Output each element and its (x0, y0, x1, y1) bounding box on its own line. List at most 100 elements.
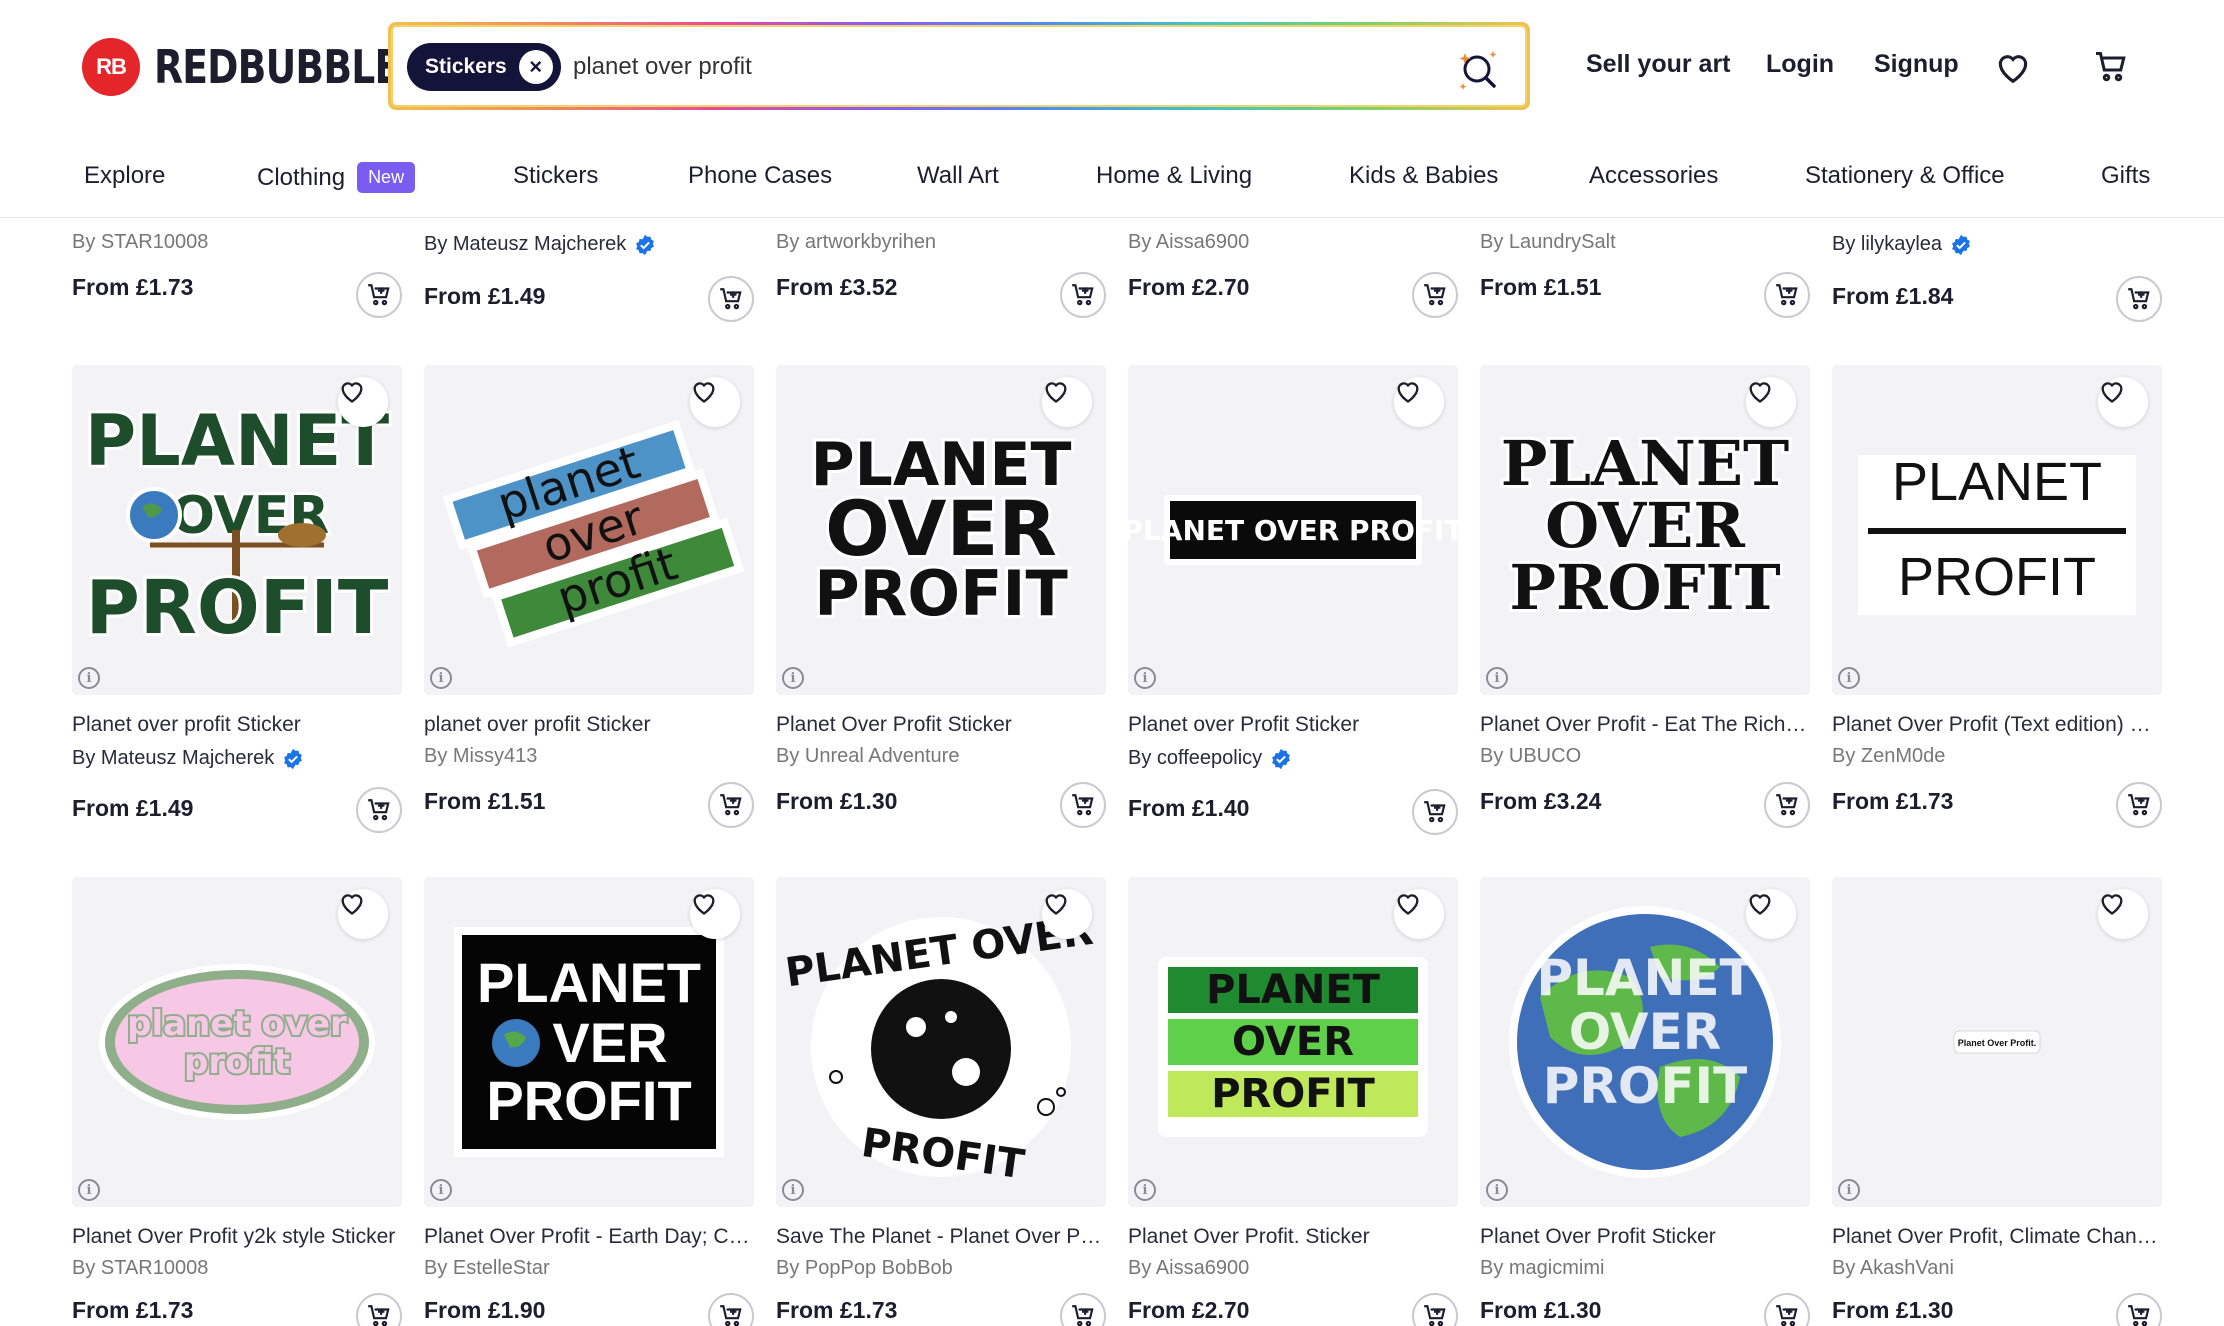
info-icon[interactable]: i (1838, 667, 1860, 689)
add-to-cart-button[interactable] (708, 276, 754, 322)
info-icon[interactable]: i (782, 667, 804, 689)
add-to-cart-button[interactable] (1764, 272, 1810, 318)
product-title[interactable]: Planet Over Profit y2k style Sticker (72, 1225, 402, 1249)
search-input[interactable] (573, 41, 1353, 93)
product-artist[interactable]: By coffeepolicy (1128, 747, 1292, 770)
add-to-cart-button[interactable] (1764, 1293, 1810, 1326)
product-title[interactable]: Planet Over Profit - Eat The Rich -... (1480, 713, 1810, 737)
add-to-cart-button[interactable] (1060, 1293, 1106, 1326)
add-to-cart-button[interactable] (1060, 272, 1106, 318)
product-image[interactable]: PLANET OVER PROFIT i (1480, 365, 1810, 695)
info-icon[interactable]: i (78, 1179, 100, 1201)
nav-item-accessories[interactable]: Accessories (1589, 162, 1718, 190)
product-artist[interactable]: By ZenM0de (1832, 745, 1945, 768)
product-image[interactable]: PLANET OVER PROFIT i (1128, 877, 1458, 1207)
add-to-cart-button[interactable] (356, 1293, 402, 1326)
add-to-cart-button[interactable] (356, 787, 402, 833)
product-image[interactable]: PLANET OVER PROFIT i (1480, 877, 1810, 1207)
product-image[interactable]: Planet Over Profit. i (1832, 877, 2162, 1207)
add-to-cart-button[interactable] (708, 782, 754, 828)
add-to-cart-button[interactable] (2116, 782, 2162, 828)
nav-item-home-living[interactable]: Home & Living (1096, 162, 1252, 190)
add-to-cart-button[interactable] (1412, 272, 1458, 318)
wishlist-button[interactable] (1992, 46, 2034, 88)
product-artist[interactable]: By Aissa6900 (1128, 231, 1249, 254)
favorite-button[interactable] (690, 889, 740, 939)
nav-item-stationery-office[interactable]: Stationery & Office (1805, 162, 2005, 190)
add-to-cart-button[interactable] (1412, 1293, 1458, 1326)
product-title[interactable]: Save The Planet - Planet Over Pro... (776, 1225, 1106, 1249)
product-image[interactable]: PLANET OVER PROFIT i (776, 365, 1106, 695)
info-icon[interactable]: i (430, 667, 452, 689)
product-artist[interactable]: By LaundrySalt (1480, 231, 1616, 254)
add-to-cart-button[interactable] (356, 272, 402, 318)
login-link[interactable]: Login (1766, 50, 1834, 79)
product-title[interactable]: Planet Over Profit - Earth Day; Cli... (424, 1225, 754, 1249)
product-image[interactable]: PLANET PROFIT i (1832, 365, 2162, 695)
cart-button[interactable] (2090, 46, 2132, 88)
product-artist[interactable]: By STAR10008 (72, 231, 208, 254)
favorite-button[interactable] (338, 377, 388, 427)
product-artist[interactable]: By magicmimi (1480, 1257, 1604, 1280)
product-image[interactable]: PLANET OVER PROFIT i (776, 877, 1106, 1207)
product-artist[interactable]: By STAR10008 (72, 1257, 208, 1280)
product-image[interactable]: PLANET OVER PROFIT i (1128, 365, 1458, 695)
product-artist[interactable]: By Mateusz Majcherek (424, 233, 656, 256)
add-to-cart-button[interactable] (2116, 276, 2162, 322)
add-to-cart-button[interactable] (1764, 782, 1810, 828)
info-icon[interactable]: i (1838, 1179, 1860, 1201)
signup-link[interactable]: Signup (1874, 50, 1959, 79)
product-title[interactable]: Planet Over Profit (Text edition) St... (1832, 713, 2162, 737)
nav-item-wall-art[interactable]: Wall Art (917, 162, 999, 190)
product-artist[interactable]: By EstelleStar (424, 1257, 550, 1280)
favorite-button[interactable] (1042, 377, 1092, 427)
product-artist[interactable]: By Aissa6900 (1128, 1257, 1249, 1280)
favorite-button[interactable] (1042, 889, 1092, 939)
favorite-button[interactable] (338, 889, 388, 939)
remove-filter-icon[interactable]: × (518, 50, 553, 84)
nav-item-phone-cases[interactable]: Phone Cases (688, 162, 832, 190)
add-to-cart-button[interactable] (708, 1293, 754, 1326)
product-title[interactable]: Planet Over Profit Sticker (776, 713, 1106, 737)
favorite-button[interactable] (1746, 889, 1796, 939)
product-image[interactable]: planet over profit i (424, 365, 754, 695)
info-icon[interactable]: i (1134, 1179, 1156, 1201)
product-artist[interactable]: By lilykaylea (1832, 233, 1972, 256)
product-title[interactable]: Planet Over Profit Sticker (1480, 1225, 1810, 1249)
info-icon[interactable]: i (1486, 667, 1508, 689)
favorite-button[interactable] (690, 377, 740, 427)
product-title[interactable]: Planet Over Profit. Sticker (1128, 1225, 1458, 1249)
product-title[interactable]: planet over profit Sticker (424, 713, 754, 737)
info-icon[interactable]: i (782, 1179, 804, 1201)
product-image[interactable]: PLANET OVER PROFIT i (72, 365, 402, 695)
add-to-cart-button[interactable] (1060, 782, 1106, 828)
product-artist[interactable]: By PopPop BobBob (776, 1257, 953, 1280)
product-title[interactable]: Planet over Profit Sticker (1128, 713, 1458, 737)
favorite-button[interactable] (2098, 377, 2148, 427)
product-title[interactable]: Planet over profit Sticker (72, 713, 402, 737)
add-to-cart-button[interactable] (2116, 1293, 2162, 1326)
favorite-button[interactable] (1746, 377, 1796, 427)
info-icon[interactable]: i (1486, 1179, 1508, 1201)
nav-item-stickers[interactable]: Stickers (513, 162, 598, 190)
favorite-button[interactable] (1394, 889, 1444, 939)
nav-item-explore[interactable]: Explore (84, 162, 165, 190)
sell-your-art-link[interactable]: Sell your art (1586, 50, 1731, 79)
product-artist[interactable]: By Mateusz Majcherek (72, 747, 304, 770)
nav-item-gifts[interactable]: Gifts (2101, 162, 2150, 190)
product-title[interactable]: Planet Over Profit, Climate Chang... (1832, 1225, 2162, 1249)
info-icon[interactable]: i (1134, 667, 1156, 689)
search-button[interactable] (1451, 41, 1507, 97)
nav-item-kids-babies[interactable]: Kids & Babies (1349, 162, 1498, 190)
product-artist[interactable]: By Unreal Adventure (776, 745, 959, 768)
favorite-button[interactable] (2098, 889, 2148, 939)
product-image[interactable]: PLANET VER PROFIT i (424, 877, 754, 1207)
info-icon[interactable]: i (430, 1179, 452, 1201)
category-filter-chip[interactable]: Stickers × (407, 43, 561, 91)
product-artist[interactable]: By UBUCO (1480, 745, 1581, 768)
add-to-cart-button[interactable] (1412, 789, 1458, 835)
favorite-button[interactable] (1394, 377, 1444, 427)
product-image[interactable]: planet over profit i (72, 877, 402, 1207)
product-artist[interactable]: By artworkbyrihen (776, 231, 936, 254)
nav-item-clothing[interactable]: Clothing New (257, 162, 416, 193)
